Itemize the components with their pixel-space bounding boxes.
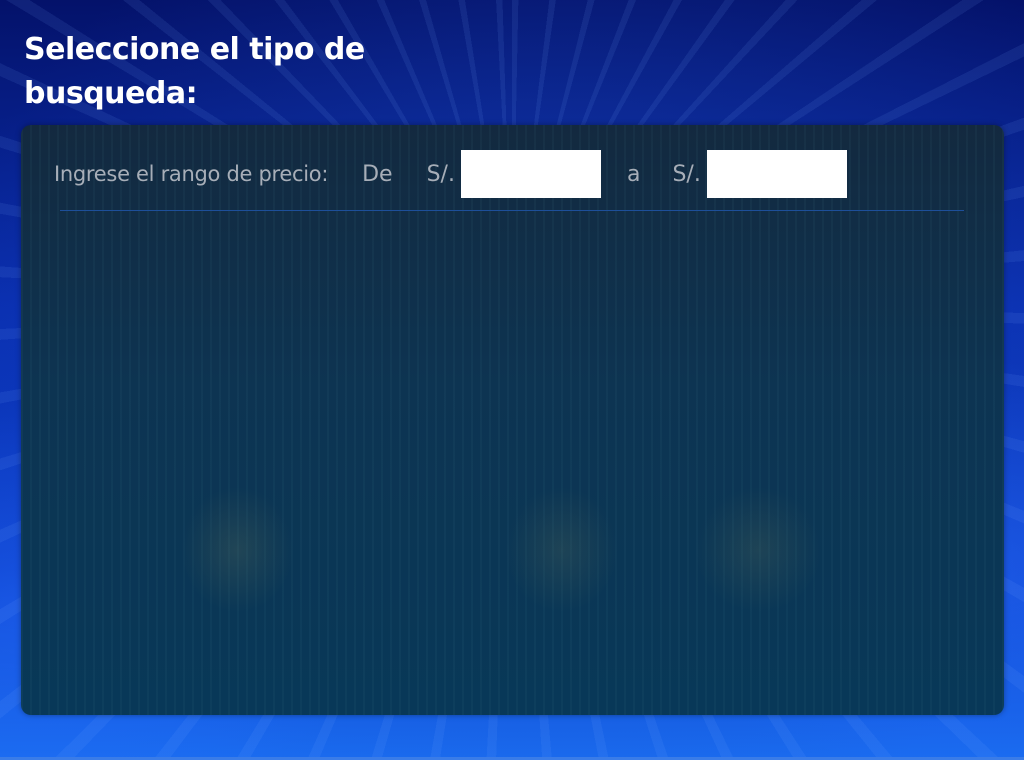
- page-title: Seleccione el tipo de busqueda:: [24, 32, 365, 111]
- from-label: De: [362, 161, 393, 187]
- search-panel: [21, 125, 1004, 715]
- min-currency-label: S/.: [426, 161, 455, 187]
- price-range-label: Ingrese el rango de precio:: [54, 162, 329, 186]
- to-label: a: [626, 161, 641, 187]
- price-range-row: Ingrese el rango de precio: De S/. a S/.: [54, 150, 847, 198]
- max-currency-label: S/.: [672, 161, 701, 187]
- divider: [60, 210, 964, 211]
- min-price-input[interactable]: [460, 150, 601, 198]
- max-price-input[interactable]: [706, 150, 847, 198]
